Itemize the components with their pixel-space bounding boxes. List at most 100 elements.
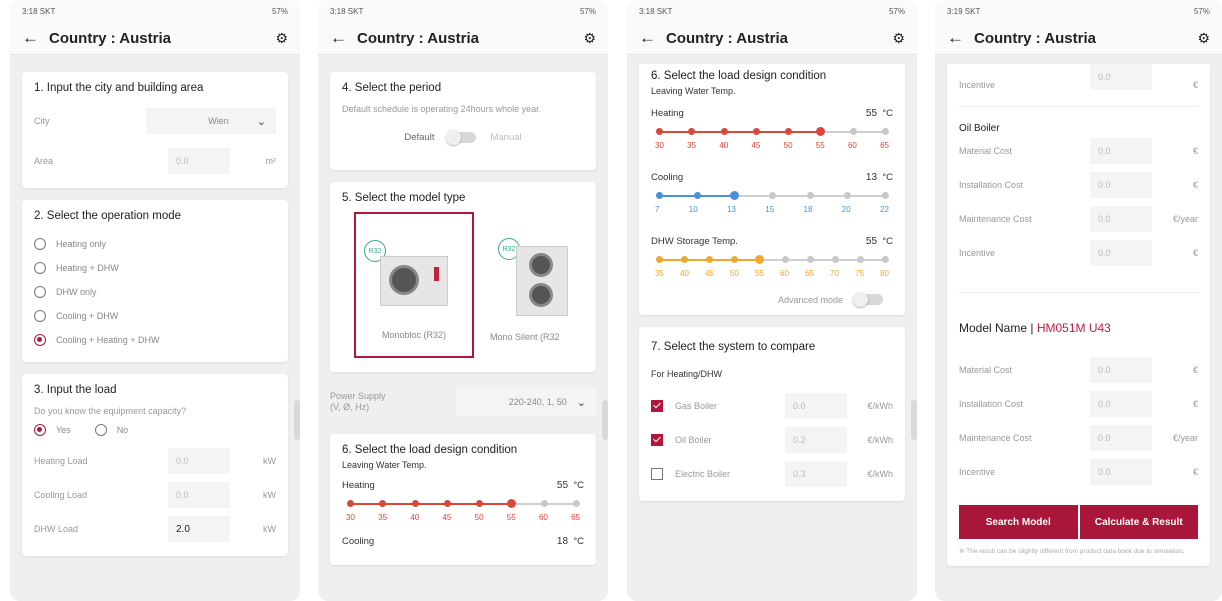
heating-slider[interactable] (347, 499, 580, 509)
cost-input[interactable]: 0.0 (1090, 391, 1152, 417)
gear-icon[interactable]: ⚙ (583, 30, 596, 47)
slider-step-dot[interactable] (755, 255, 765, 264)
calculate-result-button[interactable]: Calculate & Result (1079, 505, 1198, 539)
radio-icon (34, 286, 46, 298)
slider-step-dot[interactable] (769, 192, 776, 199)
period-toggle[interactable] (446, 130, 477, 145)
slider-step-dot[interactable] (806, 192, 814, 199)
slider-step-dot[interactable] (681, 256, 689, 263)
gear-icon[interactable]: ⚙ (1197, 30, 1210, 47)
side-handle[interactable] (911, 400, 917, 440)
slider-step-dot[interactable] (785, 128, 793, 135)
app-bar: ← Country : Austria ⚙ (627, 22, 917, 55)
model-option-monobloc[interactable]: R32 Monobloc (R32) (354, 212, 474, 358)
gear-icon[interactable]: ⚙ (275, 30, 288, 47)
cost-label: Incentive (959, 248, 996, 258)
side-handle[interactable] (602, 400, 608, 440)
cooling-slider[interactable] (656, 191, 889, 201)
price-input[interactable]: 0.3 (785, 461, 847, 487)
checkbox-icon[interactable] (651, 468, 663, 480)
slider-step-dot[interactable] (806, 256, 814, 263)
slider-step-dot[interactable] (882, 128, 889, 135)
slider-step-dot[interactable] (347, 500, 354, 507)
slider-step-dot[interactable] (706, 256, 714, 263)
status-bar: 3:19 SKT 57% (935, 0, 1222, 22)
checkbox-checked-icon[interactable] (651, 400, 663, 412)
slider-step-dot[interactable] (816, 127, 826, 136)
model-option-mono-silent[interactable]: R32 Mono Silent (R32 (490, 212, 608, 358)
cost-input[interactable]: 0.0 (1090, 138, 1152, 164)
advanced-mode-toggle[interactable] (853, 292, 883, 307)
slider-step-dot[interactable] (507, 499, 517, 508)
slider-step-dot[interactable] (573, 500, 580, 507)
unit-label: € (1192, 248, 1198, 258)
dhw-label: DHW Storage Temp. (651, 236, 738, 247)
mode-option[interactable]: DHW only (34, 280, 276, 304)
mode-option[interactable]: Cooling + Heating + DHW (34, 328, 276, 352)
radio-icon[interactable] (94, 424, 107, 436)
incentive-label: Incentive (959, 80, 996, 90)
price-input[interactable]: 0.0 (785, 393, 847, 419)
radio-selected-icon[interactable] (34, 424, 46, 436)
slider-step-dot[interactable] (693, 192, 701, 199)
back-arrow-icon[interactable]: ← (947, 28, 964, 48)
heating-load-input[interactable]: 0.0 (168, 448, 230, 474)
heating-slider[interactable] (656, 127, 889, 137)
slider-step-dot[interactable] (476, 500, 484, 507)
cost-input[interactable]: 0.0 (1090, 425, 1152, 451)
slider-step-dot[interactable] (443, 500, 451, 507)
cost-input[interactable]: 0.0 (1090, 206, 1152, 232)
city-area-card: 1. Input the city and building area City… (22, 72, 288, 188)
slider-step-dot[interactable] (379, 500, 387, 507)
slider-step-dot[interactable] (730, 191, 740, 200)
slider-step-dot[interactable] (856, 256, 864, 263)
back-arrow-icon[interactable]: ← (639, 28, 656, 48)
gear-icon[interactable]: ⚙ (892, 30, 905, 47)
mode-option[interactable]: Heating + DHW (34, 256, 276, 280)
search-model-button[interactable]: Search Model (959, 505, 1078, 539)
back-arrow-icon[interactable]: ← (330, 28, 347, 48)
mode-option[interactable]: Heating only (34, 232, 276, 256)
unit-label: € (1192, 399, 1198, 409)
cost-label: Incentive (959, 467, 996, 477)
slider-step-dot[interactable] (781, 256, 789, 263)
slider-step-dot[interactable] (844, 192, 852, 199)
slider-step-dot[interactable] (882, 256, 889, 263)
cost-input[interactable]: 0.0 (1090, 172, 1152, 198)
cost-input[interactable]: 0.0 (1090, 240, 1152, 266)
dhw-load-input[interactable]: 2.0 (168, 516, 230, 542)
slider-step-dot[interactable] (731, 256, 739, 263)
tick-label: 45 (751, 141, 761, 150)
system-row: Gas Boiler 0.0 €/kWh (651, 389, 893, 423)
option-label: Cooling + DHW (56, 311, 119, 321)
unit-label: €/kWh (867, 469, 893, 479)
side-handle[interactable] (294, 400, 300, 440)
slider-step-dot[interactable] (411, 500, 419, 507)
cost-label: Material Cost (959, 146, 1013, 156)
dhw-slider[interactable] (656, 255, 889, 265)
back-arrow-icon[interactable]: ← (22, 28, 39, 48)
slider-step-dot[interactable] (882, 192, 889, 199)
incentive-input[interactable]: 0.0 (1090, 64, 1152, 90)
area-input[interactable]: 0.0 (168, 148, 230, 174)
price-input[interactable]: 0.2 (785, 427, 847, 453)
slider-step-dot[interactable] (656, 128, 663, 135)
slider-step-dot[interactable] (688, 128, 696, 135)
power-unit-label: (V, Ø, Hz) (330, 402, 370, 412)
slider-step-dot[interactable] (849, 128, 857, 135)
power-supply-select[interactable]: 220-240, 1, 50 ⌄ (456, 388, 596, 416)
city-select[interactable]: Wien ⌄ (146, 108, 276, 134)
cooling-load-input[interactable]: 0.0 (168, 482, 230, 508)
slider-step-dot[interactable] (720, 128, 728, 135)
cost-input[interactable]: 0.0 (1090, 357, 1152, 383)
tick-label: 30 (346, 513, 355, 522)
slider-step-dot[interactable] (656, 192, 663, 199)
yes-no-group: Yes No (34, 416, 276, 444)
slider-step-dot[interactable] (540, 500, 548, 507)
slider-step-dot[interactable] (831, 256, 839, 263)
slider-step-dot[interactable] (752, 128, 760, 135)
mode-option[interactable]: Cooling + DHW (34, 304, 276, 328)
cost-input[interactable]: 0.0 (1090, 459, 1152, 485)
checkbox-checked-icon[interactable] (651, 434, 663, 446)
slider-step-dot[interactable] (656, 256, 663, 263)
